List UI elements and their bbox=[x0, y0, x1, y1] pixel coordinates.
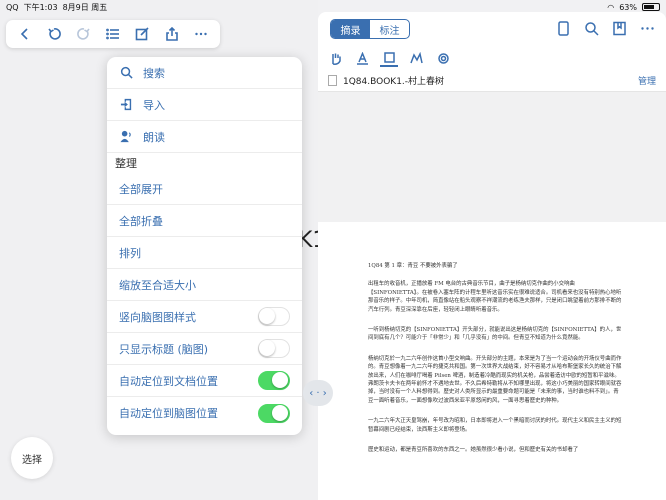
menu-item-vertical-style: 竖向脑图图样式 bbox=[107, 301, 302, 333]
battery-percent: 63% bbox=[619, 2, 637, 12]
settings-tool[interactable] bbox=[434, 49, 452, 67]
menu-item-import[interactable]: 导入 bbox=[107, 89, 302, 121]
file-name: 1Q84.BOOK1.-村上春树 bbox=[343, 77, 445, 87]
search-icon bbox=[585, 22, 599, 36]
outline-button[interactable] bbox=[102, 23, 124, 45]
bookmark-button[interactable] bbox=[612, 21, 628, 37]
more-button[interactable] bbox=[190, 23, 212, 45]
menu-item-read-aloud[interactable]: 朗读 bbox=[107, 121, 302, 153]
split-drag-handle[interactable]: ‹ · › bbox=[303, 380, 333, 406]
titles-only-toggle[interactable] bbox=[258, 339, 290, 358]
paragraph: 杨纳切克於一九二六年创作这首小型交响曲。开头部分的主题，本来是为了当一个运动会的… bbox=[368, 355, 622, 404]
tab-annotate[interactable]: 标注 bbox=[370, 20, 409, 38]
annotation-tools bbox=[318, 46, 666, 70]
status-bar: QQ 下午1:03 8月9日 周五 ◠ 63% bbox=[0, 0, 666, 14]
hand-icon bbox=[331, 53, 341, 65]
chapter-heading: 1Q84 第 1 章：青豆 不要被外表骗了 bbox=[368, 263, 458, 269]
redo-button[interactable] bbox=[73, 23, 95, 45]
paragraph: 歷史和运动，都是青豆所喜欢的东西之一。她虽然很少看小说，但和歷史有关的书却看了 bbox=[368, 447, 579, 454]
carrier-label: QQ bbox=[6, 2, 19, 12]
more-icon bbox=[641, 27, 654, 30]
menu-item-label: 自动定位到脑图位置 bbox=[119, 407, 218, 420]
document-page-gap bbox=[318, 92, 666, 222]
read-aloud-icon bbox=[119, 130, 133, 144]
paragraph: 一听到杨纳切克的【SINFONIETTA】开头部分，就能说出这是杨纳切克的【SI… bbox=[368, 327, 622, 342]
more-menu-popup: 搜索 导入 朗读 整理 全部展开 全部折叠 排列 缩放至合适大小 竖向脑图图样式… bbox=[107, 57, 302, 435]
menu-item-titles-only: 只显示标题 (脑图) bbox=[107, 333, 302, 365]
share-button[interactable] bbox=[161, 23, 183, 45]
menu-item-auto-locate-doc: 自动定位到文档位置 bbox=[107, 365, 302, 397]
back-button[interactable] bbox=[14, 23, 36, 45]
menu-item-auto-locate-map: 自动定位到脑图位置 bbox=[107, 397, 302, 429]
menu-item-arrange[interactable]: 排列 bbox=[107, 237, 302, 269]
document-pane: 摘录 标注 1Q84.BOOK1.-村上春树 管理 1Q84 第 1 章：青豆 … bbox=[318, 12, 666, 500]
paragraph: 一九二六年大正天皇驾崩，年号改为昭和，日本即将进入一个黑暗而讨厌的时代。现代主义… bbox=[368, 418, 622, 433]
menu-item-label: 自动定位到文档位置 bbox=[119, 374, 218, 388]
menu-item-label: 朗读 bbox=[143, 130, 165, 144]
auto-locate-doc-toggle[interactable] bbox=[258, 371, 290, 390]
back-icon bbox=[20, 28, 28, 40]
auto-locate-map-toggle[interactable] bbox=[258, 403, 290, 423]
share-icon bbox=[166, 27, 178, 41]
time-label: 下午1:03 bbox=[23, 2, 58, 12]
gear-icon bbox=[437, 52, 449, 64]
lasso-icon bbox=[409, 51, 423, 63]
highlight-tool[interactable] bbox=[353, 49, 371, 67]
undo-button[interactable] bbox=[43, 23, 65, 45]
mind-map-toolbar bbox=[6, 20, 220, 48]
menu-item-collapse-all[interactable]: 全部折叠 bbox=[107, 205, 302, 237]
document-page[interactable]: 1Q84 第 1 章：青豆 不要被外表骗了 出租车的收音机，正播放着 FM 电台… bbox=[318, 222, 666, 500]
menu-item-label: 只显示标题 (脑图) bbox=[119, 342, 209, 356]
file-icon bbox=[328, 75, 337, 86]
menu-item-expand-all[interactable]: 全部展开 bbox=[107, 173, 302, 205]
redo-icon bbox=[76, 28, 90, 40]
select-button[interactable]: 选择 bbox=[11, 437, 53, 479]
rectangle-tool[interactable] bbox=[380, 49, 398, 67]
mind-map-pane[interactable]: K1 搜索 导入 朗读 整理 全部展开 全部折叠 排列 缩放至合适大小 竖向脑图… bbox=[0, 0, 326, 500]
tablet-icon bbox=[558, 21, 569, 36]
date-label: 8月9日 周五 bbox=[62, 2, 108, 12]
manage-button[interactable]: 管理 bbox=[638, 74, 656, 87]
menu-item-zoom-fit[interactable]: 缩放至合适大小 bbox=[107, 269, 302, 301]
menu-item-search[interactable]: 搜索 bbox=[107, 57, 302, 89]
edit-icon bbox=[136, 27, 149, 41]
vertical-style-toggle[interactable] bbox=[258, 307, 290, 326]
menu-item-label: 导入 bbox=[143, 98, 165, 112]
doc-search-button[interactable] bbox=[584, 21, 600, 37]
battery-icon bbox=[642, 3, 660, 11]
lasso-tool[interactable] bbox=[407, 49, 425, 67]
bookmark-book-icon bbox=[613, 21, 626, 36]
menu-item-label: 搜索 bbox=[143, 66, 165, 80]
open-file-tab[interactable]: 1Q84.BOOK1.-村上春树 管理 bbox=[318, 70, 666, 92]
wifi-icon: ◠ bbox=[607, 2, 615, 12]
more-icon bbox=[195, 32, 207, 36]
hand-tool[interactable] bbox=[326, 49, 344, 67]
menu-item-label: 竖向脑图图样式 bbox=[119, 310, 196, 324]
document-header: 摘录 标注 bbox=[318, 12, 666, 46]
mode-segmented-control: 摘录 标注 bbox=[330, 19, 410, 39]
undo-icon bbox=[48, 28, 61, 40]
search-icon bbox=[119, 66, 133, 80]
edit-button[interactable] bbox=[131, 23, 153, 45]
menu-section-organize: 整理 bbox=[115, 157, 137, 170]
highlighter-icon bbox=[356, 51, 368, 65]
rectangle-select-icon bbox=[383, 51, 395, 63]
paragraph: 出租车的收音机，正播放着 FM 电台的古典音乐节目，曲子是杨纳切克作曲的小交响曲… bbox=[368, 281, 622, 313]
tab-excerpt[interactable]: 摘录 bbox=[331, 20, 370, 38]
list-icon bbox=[106, 28, 119, 40]
tablet-view-button[interactable] bbox=[556, 21, 572, 37]
doc-more-button[interactable] bbox=[640, 21, 656, 37]
import-icon bbox=[119, 98, 133, 112]
